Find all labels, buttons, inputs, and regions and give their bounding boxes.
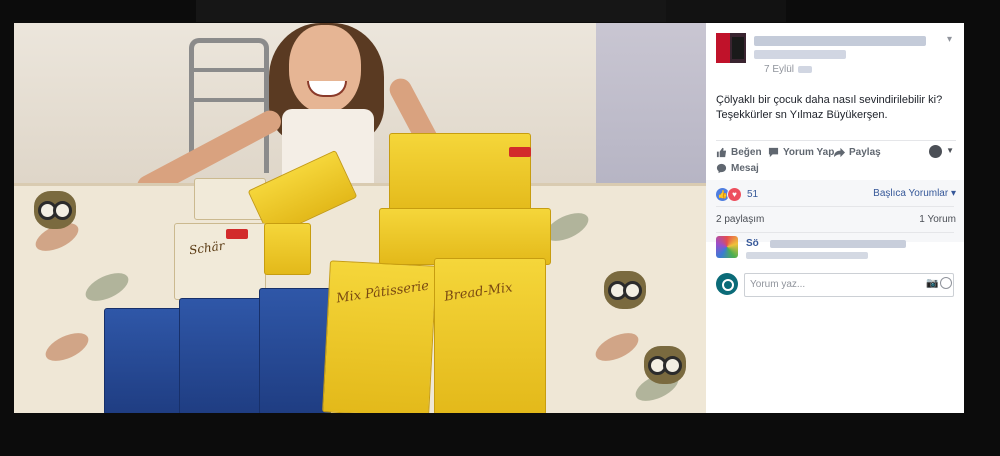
reaction-summary[interactable]: 👍 ♥ 51	[716, 187, 758, 202]
photo-owl	[34, 191, 76, 229]
photo-box	[389, 133, 531, 215]
comment-composer: 📷	[716, 273, 956, 299]
photo-leaf	[591, 327, 643, 367]
divider	[716, 206, 954, 207]
reactions-area: 👍 ♥ 51 Başlıca Yorumlar ▾ 2 paylaşım 1 Y…	[706, 180, 964, 242]
like-label: Beğen	[731, 147, 762, 158]
photo-leaf	[81, 267, 133, 307]
photo-owl	[604, 271, 646, 309]
comment-label: Yorum Yap	[783, 147, 835, 158]
photo-bag	[259, 288, 331, 413]
author-name-blurred[interactable]	[754, 36, 926, 46]
comment-meta-blurred	[746, 252, 868, 259]
top-strip-right	[666, 0, 786, 22]
photo-girl-face	[289, 25, 361, 113]
share-label: Paylaş	[849, 147, 881, 158]
avatar	[716, 273, 738, 295]
comment-input[interactable]	[746, 274, 924, 294]
thumbs-up-icon	[716, 147, 727, 158]
post-date-extra-blurred	[798, 66, 812, 73]
chevron-down-icon[interactable]: ▼	[946, 146, 954, 155]
comment-icon	[768, 147, 779, 158]
author-subname-blurred	[754, 50, 846, 59]
photo-owl	[644, 346, 686, 384]
photo-box	[174, 223, 266, 300]
post-text-line: Teşekkürler sn Yılmaz Büyükerşen.	[716, 109, 888, 121]
share-count[interactable]: 2 paylaşım	[716, 214, 764, 225]
photo-bag-breadmix	[434, 258, 546, 413]
photo-brand-logo	[509, 147, 531, 157]
top-strip	[196, 0, 666, 22]
share-button[interactable]: Paylaş	[834, 147, 881, 158]
post-text: Çölyaklı bir çocuk daha nasıl sevindiril…	[716, 93, 956, 123]
avatar[interactable]	[716, 33, 746, 63]
photo-box	[264, 223, 311, 275]
post-header: 7 Eylül ▾	[716, 33, 956, 79]
photo-brand-logo	[226, 229, 248, 239]
photo-leaf	[41, 327, 93, 367]
comment-sort-dropdown[interactable]: Başlıca Yorumlar ▾	[873, 188, 956, 199]
like-button[interactable]: Beğen	[716, 147, 762, 158]
post-photo[interactable]: Mix Pâtisserie Bread-Mix Schär	[14, 23, 706, 413]
love-reaction-icon: ♥	[727, 187, 742, 202]
photo-bag	[104, 308, 186, 413]
post-date[interactable]: 7 Eylül	[764, 64, 794, 75]
globe-icon[interactable]	[929, 145, 942, 158]
emoji-icon[interactable]	[940, 277, 952, 289]
comment-item: Sö	[716, 236, 956, 270]
messenger-icon	[716, 163, 727, 174]
divider	[716, 140, 956, 141]
comment-button[interactable]: Yorum Yap	[768, 147, 834, 158]
photo-box	[379, 208, 551, 265]
post-text-line: Çölyaklı bir çocuk daha nasıl sevindiril…	[716, 94, 943, 106]
post-actions: Beğen Yorum Yap Paylaş ▼ Mesaj	[716, 145, 956, 175]
post-side-panel: 7 Eylül ▾ Çölyaklı bir çocuk daha nasıl …	[706, 23, 964, 413]
message-button[interactable]: Mesaj	[716, 163, 759, 174]
camera-icon[interactable]: 📷	[926, 278, 938, 289]
commenter-name-blurred[interactable]: Sö	[746, 238, 759, 249]
comment-count[interactable]: 1 Yorum	[919, 214, 956, 225]
avatar[interactable]	[716, 236, 738, 258]
comment-text-blurred	[770, 240, 906, 248]
reaction-count: 51	[747, 189, 759, 200]
divider	[716, 232, 954, 233]
share-icon	[834, 147, 845, 158]
message-label: Mesaj	[731, 163, 759, 174]
photo-bag	[179, 298, 266, 413]
chevron-down-icon[interactable]: ▾	[947, 34, 952, 45]
